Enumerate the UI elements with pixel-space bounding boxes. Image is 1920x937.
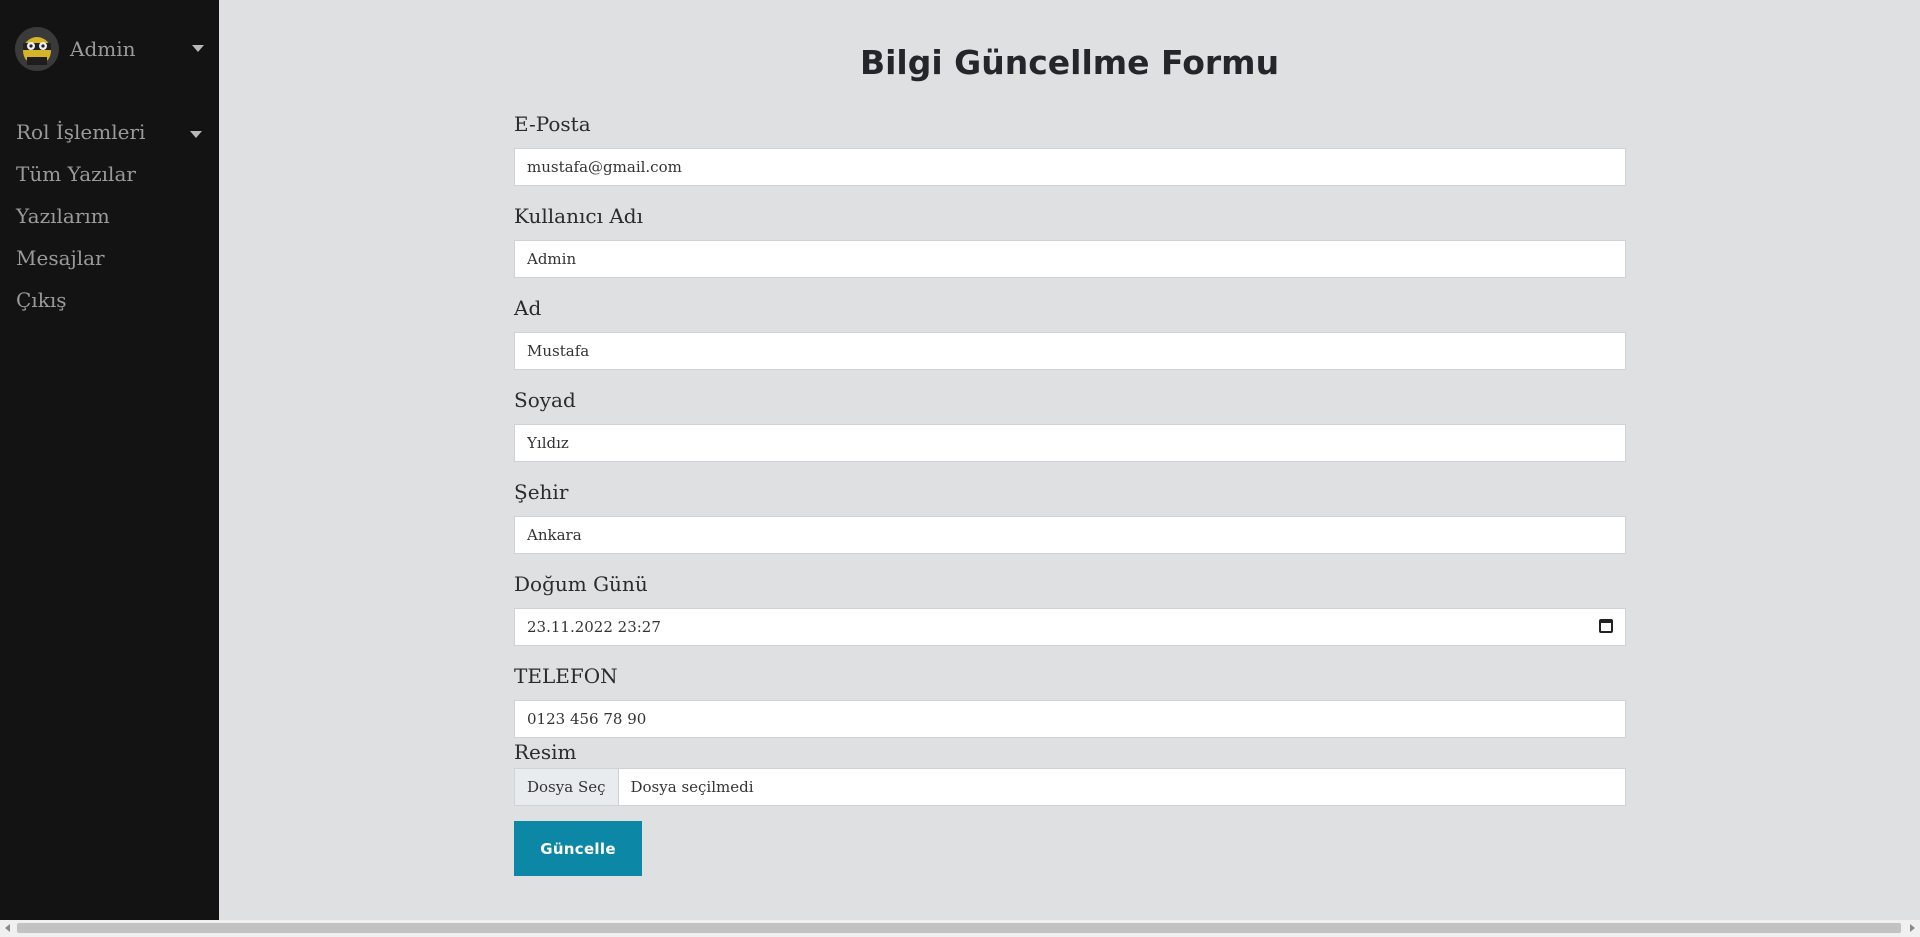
email-field[interactable] [514,148,1626,186]
sidebar-item-label: Çıkış [16,288,67,312]
phone-field[interactable] [514,700,1626,738]
email-label: E-Posta [514,112,591,136]
scroll-right-icon[interactable] [1910,924,1915,932]
sidebar-item-label: Yazılarım [16,204,110,228]
image-file-input[interactable]: Dosya Seç Dosya seçilmedi [514,768,1626,806]
username-field[interactable] [514,240,1626,278]
sidebar-menu: Rol İşlemleri Tüm Yazılar Yazılarım Mesa… [16,117,206,327]
city-label: Şehir [514,480,569,504]
birthday-field[interactable]: 23.11.2022 23:27 [514,608,1626,646]
calendar-icon[interactable] [1599,619,1613,633]
sidebar-item-label: Mesajlar [16,246,105,270]
sidebar-item-label: Tüm Yazılar [16,162,136,186]
last-name-field[interactable] [514,424,1626,462]
sidebar-item-cikis[interactable]: Çıkış [16,285,206,327]
chevron-down-icon [192,45,204,52]
file-status: Dosya seçilmedi [630,778,754,796]
user-name: Admin [70,37,136,61]
sidebar-item-tum-yazilar[interactable]: Tüm Yazılar [16,159,206,201]
avatar [15,27,59,71]
first-name-field[interactable] [514,332,1626,370]
last-name-label: Soyad [514,388,576,412]
choose-file-button[interactable]: Dosya Seç [515,769,619,805]
update-button[interactable]: Güncelle [514,821,642,876]
username-label: Kullanıcı Adı [514,204,643,228]
city-field[interactable] [514,516,1626,554]
user-menu-toggle[interactable]: Admin [15,27,210,71]
first-name-label: Ad [514,296,542,320]
birthday-value: 23.11.2022 23:27 [527,618,661,636]
sidebar: Admin Rol İşlemleri Tüm Yazılar Yazıları… [0,0,219,920]
sidebar-item-rol-islemleri[interactable]: Rol İşlemleri [16,117,206,159]
scroll-left-icon[interactable] [5,924,10,932]
horizontal-scrollbar[interactable] [0,920,1920,937]
sidebar-item-mesajlar[interactable]: Mesajlar [16,243,206,285]
chevron-down-icon [190,131,202,138]
page-title: Bilgi Güncellme Formu [859,43,1280,82]
scrollbar-thumb[interactable] [17,923,1901,933]
birthday-label: Doğum Günü [514,572,648,596]
sidebar-item-yazilarim[interactable]: Yazılarım [16,201,206,243]
sidebar-item-label: Rol İşlemleri [16,120,146,144]
image-label: Resim [514,740,577,764]
phone-label: TELEFON [514,664,618,688]
